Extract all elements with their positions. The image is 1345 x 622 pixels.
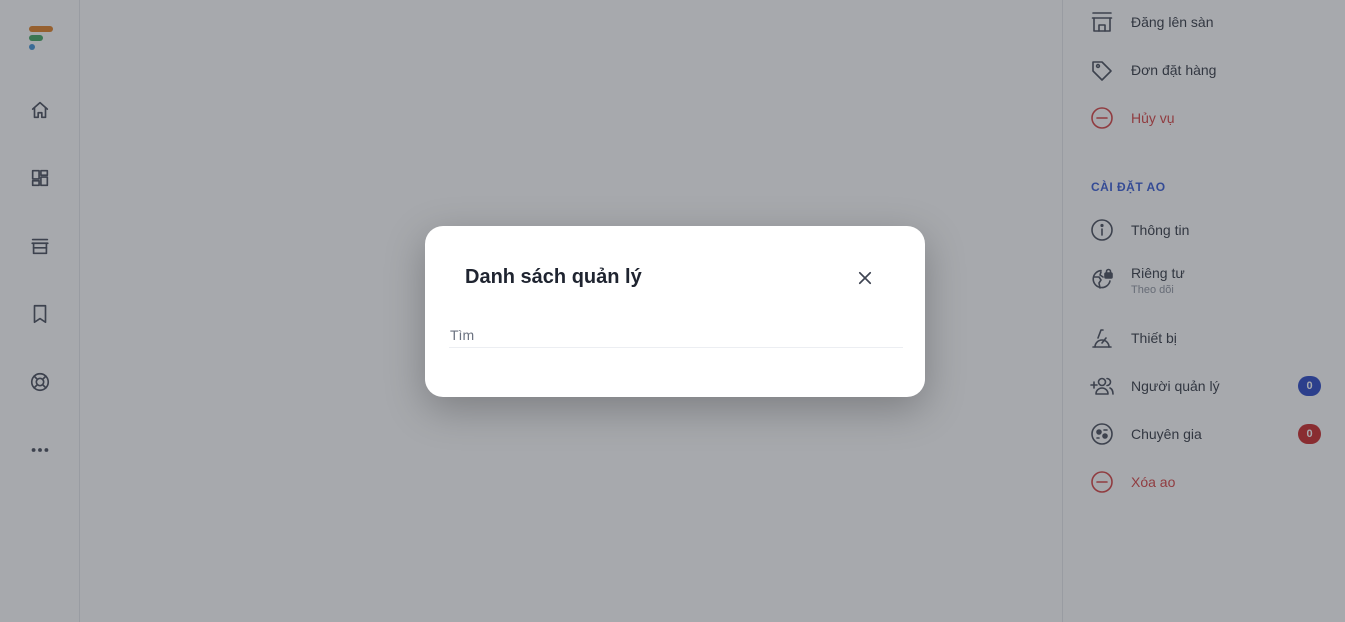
close-icon (858, 271, 872, 285)
search-input[interactable] (449, 322, 903, 348)
managers-list-dialog: Danh sách quản lý (425, 226, 925, 397)
dialog-title: Danh sách quản lý (465, 266, 642, 288)
close-button[interactable] (851, 264, 879, 292)
